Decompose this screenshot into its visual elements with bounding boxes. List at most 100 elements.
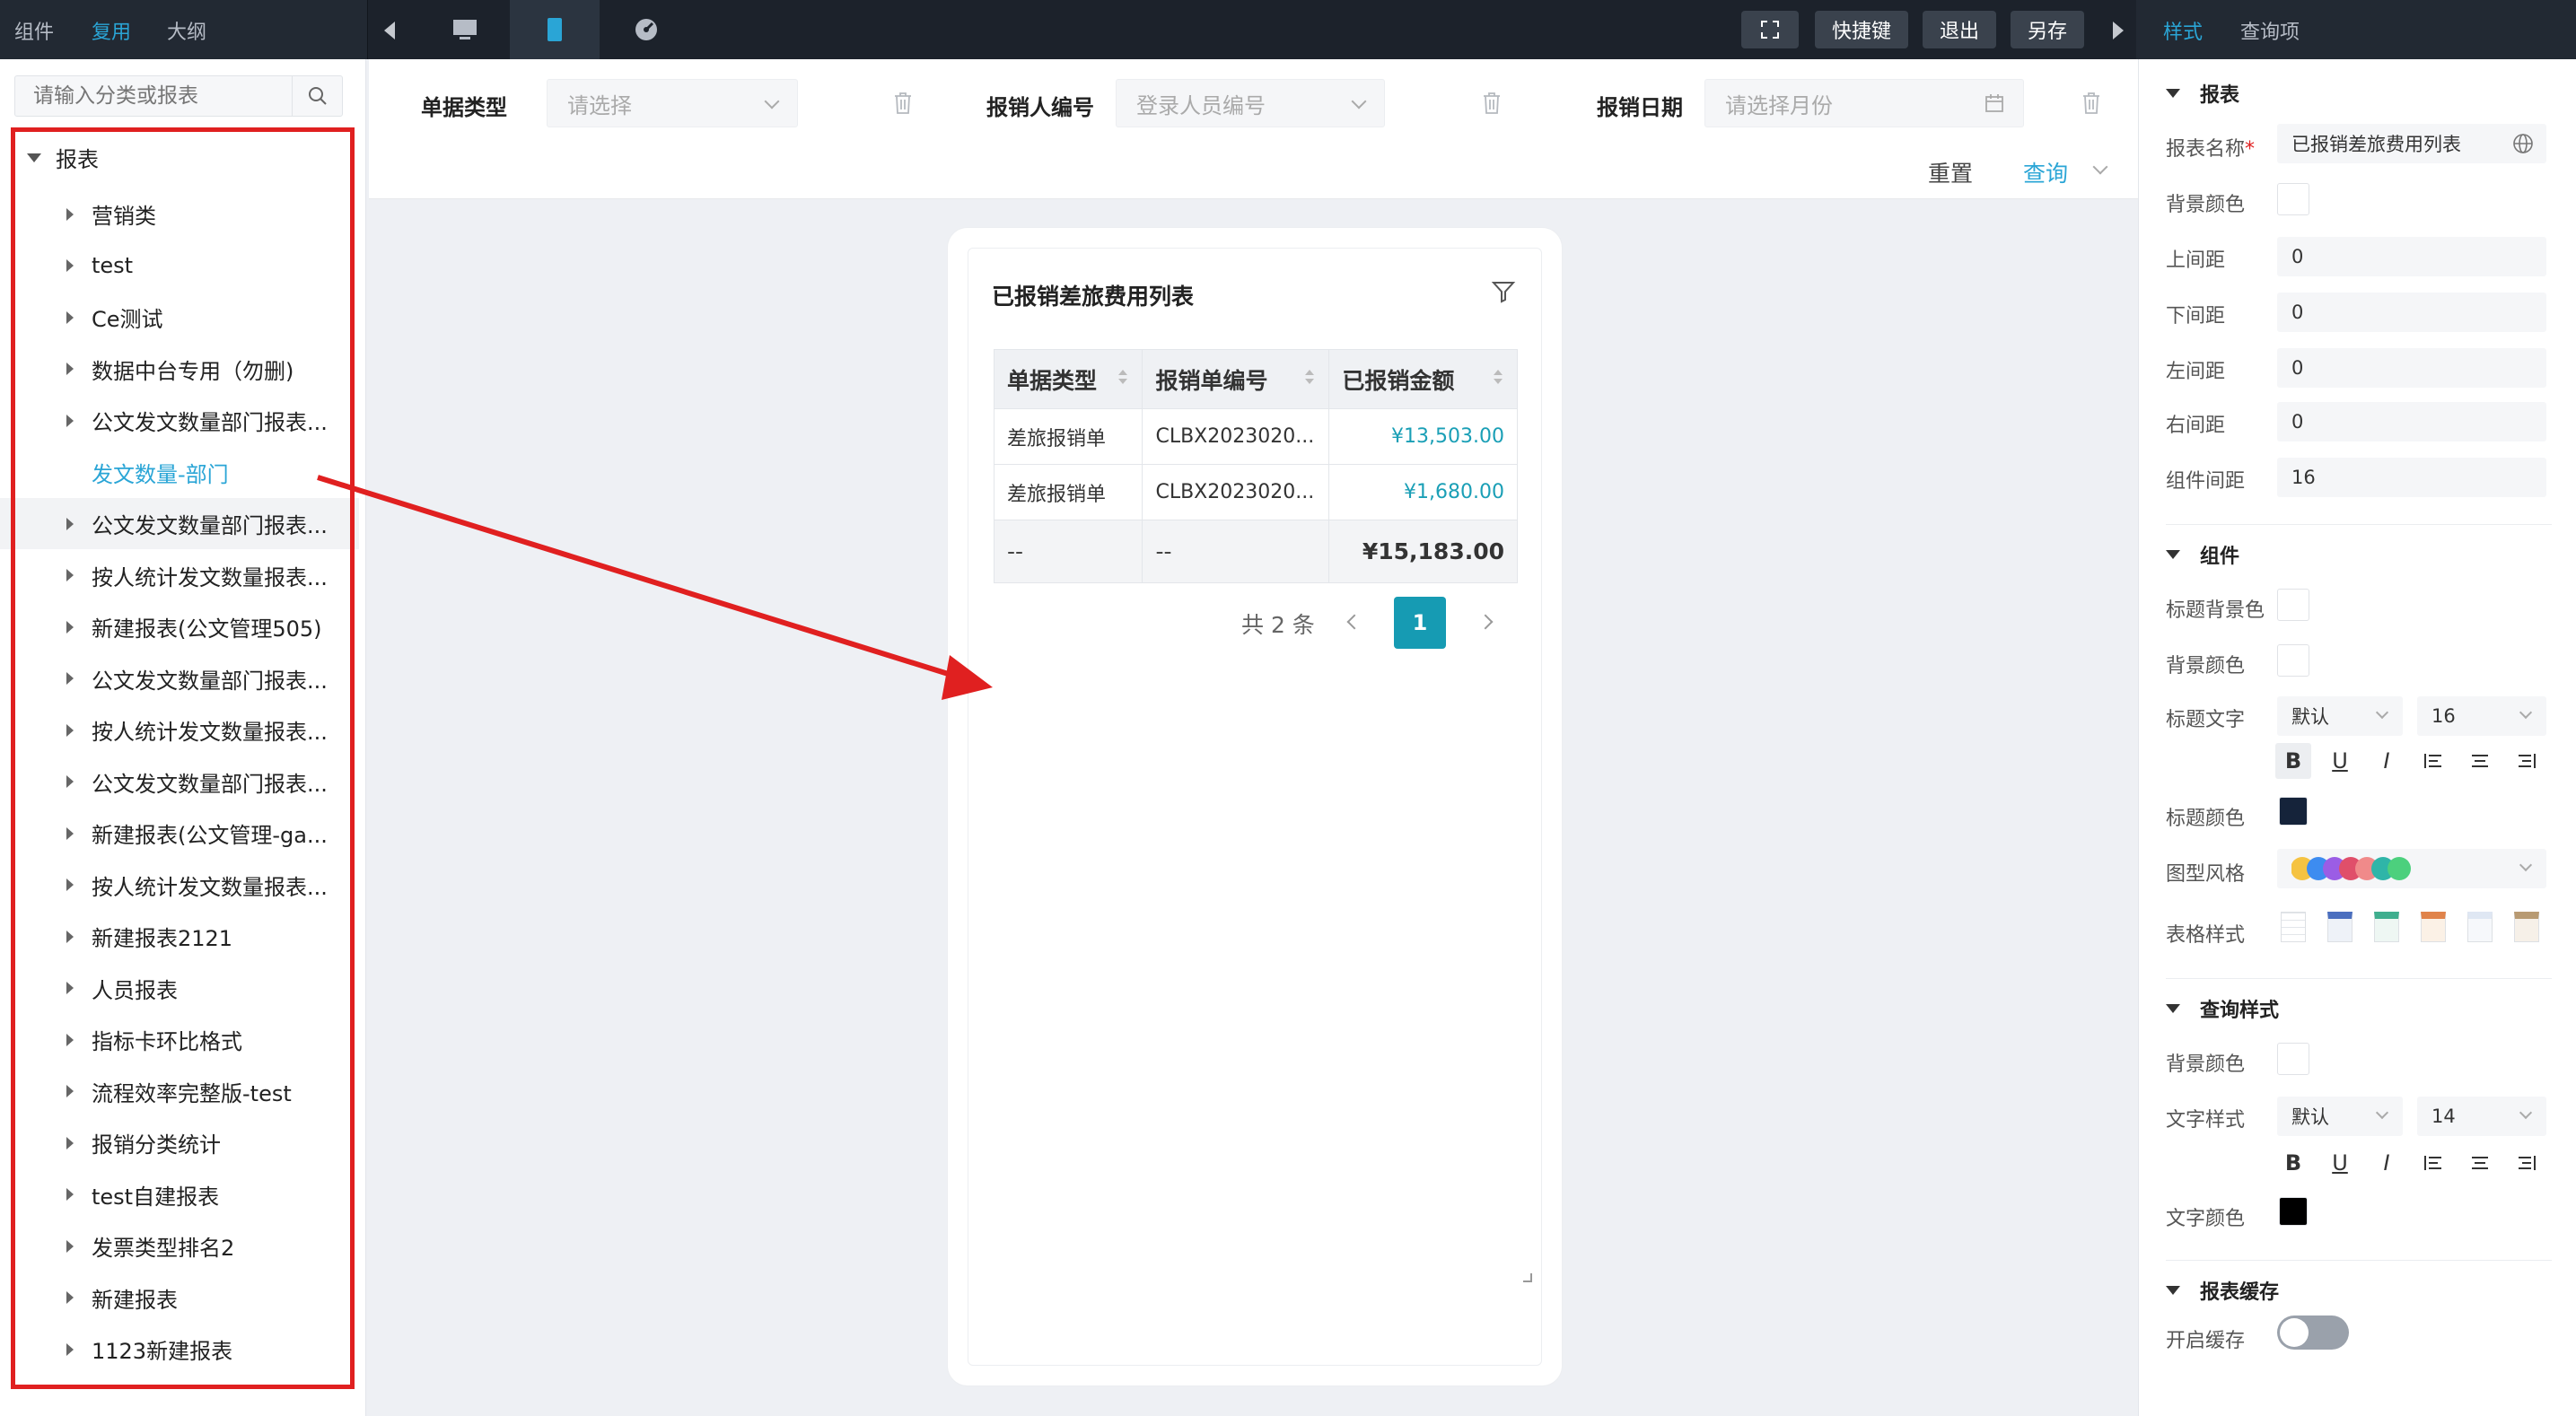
align-left-icon[interactable] [2415,743,2451,779]
caret-right-icon[interactable] [66,1291,74,1304]
tree-item[interactable]: 发票类型排名2 [0,1220,359,1272]
delete-icon[interactable] [2081,92,2101,115]
title-bg-swatch[interactable] [2277,589,2309,621]
caret-right-icon[interactable] [66,207,74,221]
left-spacing-input[interactable]: 0 [2277,348,2546,388]
tree-item[interactable]: 按人统计发文数量报表... [0,860,359,911]
tab-style[interactable]: 样式 [2163,16,2204,63]
query-underline-button[interactable]: U [2322,1145,2358,1181]
prev-page-icon[interactable] [1346,614,1362,630]
tree-item[interactable]: 公文发文数量部门报表... [0,498,359,549]
caret-right-icon[interactable] [66,723,74,737]
query-bold-button[interactable]: B [2275,1145,2311,1181]
caret-right-icon[interactable] [66,982,74,994]
caret-right-icon[interactable] [66,1033,74,1046]
bottom-spacing-input[interactable]: 0 [2277,293,2546,332]
caret-right-icon[interactable] [66,930,74,943]
mobile-preview-icon[interactable] [510,0,600,59]
tree-item[interactable]: 新建报表(公文管理505) [0,601,359,652]
tree-item[interactable]: 新建报表(公文管理-ga... [0,808,359,859]
table-style-blue-icon[interactable] [2327,912,2353,942]
resize-handle-icon[interactable] [1523,1273,1532,1282]
caret-right-icon[interactable] [66,363,74,375]
tree-item[interactable]: Ce测试 [0,292,359,343]
query-size-select[interactable]: 14 [2417,1097,2546,1136]
caret-right-icon[interactable] [66,1085,74,1097]
column-header[interactable]: 单据类型 [993,349,1143,409]
table-style-orange-icon[interactable] [2421,912,2446,942]
caret-right-icon[interactable] [66,569,74,581]
title-size-select[interactable]: 16 [2417,696,2546,736]
caret-right-icon[interactable] [66,672,74,685]
caret-right-icon[interactable] [66,775,74,788]
right-spacing-input[interactable]: 0 [2277,402,2546,441]
search-input[interactable] [15,76,285,116]
tree-item[interactable]: 1123新建报表 [0,1324,359,1375]
filter-icon[interactable] [1491,279,1516,304]
caret-right-icon[interactable] [66,1239,74,1253]
caret-right-icon[interactable] [66,259,74,272]
exit-button[interactable]: 退出 [1923,11,1996,48]
caret-right-icon[interactable] [66,878,74,891]
tree-item[interactable]: test [0,240,359,292]
reset-button[interactable]: 重置 [1928,156,1973,188]
title-color-swatch[interactable] [2279,797,2308,826]
tab-reuse[interactable]: 复用 [92,16,132,63]
chart-palette-select[interactable] [2277,849,2546,888]
section-query-style[interactable]: 查询样式 [2166,994,2279,1023]
reimburser-select[interactable]: 登录人员编号 [1116,79,1385,127]
tree-item[interactable]: 按人统计发文数量报表... [0,704,359,756]
italic-button[interactable]: I [2369,743,2405,779]
bg-color-swatch[interactable] [2277,183,2309,215]
component-bg-swatch[interactable] [2277,644,2309,677]
query-color-swatch[interactable] [2279,1197,2308,1226]
tree-root-reports[interactable]: 报表 [27,142,99,173]
tree-item[interactable]: 数据中台专用（勿删) [0,344,359,395]
tree-item[interactable]: 公文发文数量部门报表... [0,653,359,704]
tree-item[interactable]: 新建报表2121 [0,911,359,962]
tree-item[interactable]: 公文发文数量部门报表... [0,395,359,446]
caret-right-icon[interactable] [66,1188,74,1201]
align-right-icon[interactable] [2509,743,2545,779]
caret-right-icon[interactable] [66,620,74,634]
sort-icon[interactable] [1305,370,1314,384]
delete-icon[interactable] [1482,92,1502,115]
underline-button[interactable]: U [2322,743,2358,779]
tree-item[interactable]: 营销类 [0,188,359,240]
table-style-grid-icon[interactable] [2281,912,2306,942]
top-spacing-input[interactable]: 0 [2277,237,2546,276]
next-page-icon[interactable] [1477,614,1494,630]
section-cache[interactable]: 报表缓存 [2166,1276,2279,1305]
tree-item[interactable]: 报销分类统计 [0,1117,359,1168]
query-italic-button[interactable]: I [2369,1145,2405,1181]
component-gap-input[interactable]: 16 [2277,458,2546,497]
globe-icon[interactable] [2512,133,2534,154]
tab-outline[interactable]: 大纲 [167,16,206,45]
tab-query-items[interactable]: 查询项 [2240,16,2300,45]
column-header[interactable]: 报销单编号 [1142,349,1330,409]
save-as-button[interactable]: 另存 [2011,11,2084,48]
column-header[interactable]: 已报销金额 [1328,349,1518,409]
tree-item[interactable]: 流程效率完整版-test [0,1066,359,1117]
collapse-left-icon[interactable] [384,22,395,39]
caret-right-icon[interactable] [66,310,74,324]
sort-icon[interactable] [1118,370,1127,384]
desktop-preview-icon[interactable] [420,0,510,59]
date-picker[interactable]: 请选择月份 [1704,79,2024,127]
shortcut-button[interactable]: 快捷键 [1815,11,1908,48]
table-style-light-icon[interactable] [2467,912,2493,942]
table-style-green-icon[interactable] [2374,912,2399,942]
delete-icon[interactable] [893,92,913,115]
section-component[interactable]: 组件 [2166,540,2239,569]
search-icon[interactable] [292,76,342,116]
title-font-select[interactable]: 默认 [2277,696,2403,736]
collapse-right-icon[interactable] [2113,22,2124,39]
tree-item[interactable]: 人员报表 [0,963,359,1014]
tree-item[interactable]: 发文数量-部门 [0,447,359,498]
query-bg-swatch[interactable] [2277,1043,2309,1075]
query-align-right-icon[interactable] [2509,1145,2545,1181]
bold-button[interactable]: B [2275,743,2311,779]
tab-components[interactable]: 组件 [14,16,54,45]
tree-item[interactable]: 指标卡环比格式 [0,1014,359,1065]
align-center-icon[interactable] [2462,743,2498,779]
